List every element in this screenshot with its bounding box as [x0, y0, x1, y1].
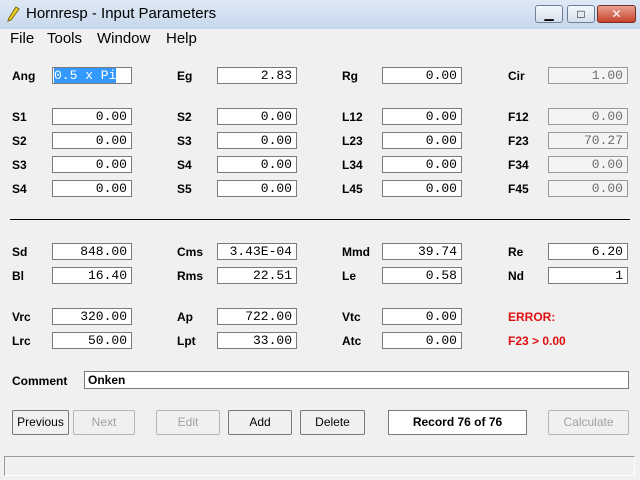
status-bar — [0, 453, 640, 480]
label-s3: S3 — [177, 134, 192, 148]
label-lrc: Lrc — [12, 334, 31, 348]
field-vtc[interactable]: 0.00 — [382, 308, 462, 325]
field-l23[interactable]: 0.00 — [382, 132, 462, 149]
comment-field[interactable]: Onken — [84, 371, 629, 389]
field-s3-left[interactable]: 0.00 — [52, 156, 132, 173]
label-rms: Rms — [177, 269, 204, 283]
label-nd: Nd — [508, 269, 524, 283]
field-l34[interactable]: 0.00 — [382, 156, 462, 173]
next-button[interactable]: Next — [73, 410, 135, 435]
title-bar: Hornresp - Input Parameters ▁ □ ✕ — [0, 0, 640, 30]
label-l34: L34 — [342, 158, 363, 172]
maximize-icon: □ — [577, 7, 585, 21]
label-vrc: Vrc — [12, 310, 31, 324]
field-f23[interactable]: 70.27 — [548, 132, 628, 149]
label-ang: Ang — [12, 69, 36, 83]
error-message: F23 > 0.00 — [508, 334, 566, 348]
label-s4: S4 — [177, 158, 192, 172]
label-eg: Eg — [177, 69, 193, 83]
label-lpt: Lpt — [177, 334, 196, 348]
field-l12[interactable]: 0.00 — [382, 108, 462, 125]
minimize-icon: ▁ — [544, 7, 554, 21]
status-panel — [4, 456, 635, 476]
field-s4[interactable]: 0.00 — [217, 156, 297, 173]
maximize-button[interactable]: □ — [567, 5, 595, 23]
label-bl: Bl — [12, 269, 24, 283]
field-rms[interactable]: 22.51 — [217, 267, 297, 284]
label-re: Re — [508, 245, 524, 259]
field-f34[interactable]: 0.00 — [548, 156, 628, 173]
label-f34: F34 — [508, 158, 529, 172]
label-f12: F12 — [508, 110, 529, 124]
label-cir: Cir — [508, 69, 525, 83]
field-eg[interactable]: 2.83 — [217, 67, 297, 84]
label-l23: L23 — [342, 134, 363, 148]
label-s3-left: S3 — [12, 158, 27, 172]
field-s5[interactable]: 0.00 — [217, 180, 297, 197]
field-cir[interactable]: 1.00 — [548, 67, 628, 84]
menu-file[interactable]: File — [10, 30, 34, 47]
field-bl[interactable]: 16.40 — [52, 267, 132, 284]
field-ap[interactable]: 722.00 — [217, 308, 297, 325]
field-ang[interactable]: 0.5 x Pi — [52, 67, 132, 84]
menu-tools[interactable]: Tools — [47, 30, 82, 47]
label-s1: S1 — [12, 110, 27, 124]
previous-button[interactable]: Previous — [12, 410, 69, 435]
field-s2-left[interactable]: 0.00 — [52, 132, 132, 149]
label-s2: S2 — [177, 110, 192, 124]
close-icon: ✕ — [611, 7, 622, 21]
error-title: ERROR: — [508, 310, 556, 324]
field-re[interactable]: 6.20 — [548, 243, 628, 260]
field-f45[interactable]: 0.00 — [548, 180, 628, 197]
label-ap: Ap — [177, 310, 193, 324]
field-l45[interactable]: 0.00 — [382, 180, 462, 197]
label-comment: Comment — [12, 374, 68, 388]
label-sd: Sd — [12, 245, 28, 259]
field-s4-left[interactable]: 0.00 — [52, 180, 132, 197]
label-f23: F23 — [508, 134, 529, 148]
field-rg[interactable]: 0.00 — [382, 67, 462, 84]
menu-help[interactable]: Help — [166, 30, 197, 47]
minimize-button[interactable]: ▁ — [535, 5, 563, 23]
field-atc[interactable]: 0.00 — [382, 332, 462, 349]
label-l45: L45 — [342, 182, 363, 196]
record-indicator: Record 76 of 76 — [388, 410, 527, 435]
window-title: Hornresp - Input Parameters — [26, 5, 217, 22]
menu-bar: File Tools Window Help — [0, 29, 640, 48]
delete-button[interactable]: Delete — [300, 410, 365, 435]
edit-button[interactable]: Edit — [156, 410, 220, 435]
label-cms: Cms — [177, 245, 204, 259]
label-s2-left: S2 — [12, 134, 27, 148]
field-f12[interactable]: 0.00 — [548, 108, 628, 125]
field-s3[interactable]: 0.00 — [217, 132, 297, 149]
field-sd[interactable]: 848.00 — [52, 243, 132, 260]
field-lrc[interactable]: 50.00 — [52, 332, 132, 349]
label-l12: L12 — [342, 110, 363, 124]
label-rg: Rg — [342, 69, 358, 83]
input-parameters-form: Ang 0.5 x Pi Eg 2.83 Rg 0.00 Cir 1.00 S1… — [0, 48, 640, 453]
field-vrc[interactable]: 320.00 — [52, 308, 132, 325]
label-s4-left: S4 — [12, 182, 27, 196]
label-le: Le — [342, 269, 357, 283]
label-s5: S5 — [177, 182, 192, 196]
field-s1[interactable]: 0.00 — [52, 108, 132, 125]
field-s2[interactable]: 0.00 — [217, 108, 297, 125]
field-mmd[interactable]: 39.74 — [382, 243, 462, 260]
label-mmd: Mmd — [342, 245, 370, 259]
close-button[interactable]: ✕ — [597, 5, 636, 23]
label-f45: F45 — [508, 182, 529, 196]
menu-window[interactable]: Window — [97, 30, 150, 47]
field-nd[interactable]: 1 — [548, 267, 628, 284]
field-le[interactable]: 0.58 — [382, 267, 462, 284]
field-cms[interactable]: 3.43E-04 — [217, 243, 297, 260]
field-lpt[interactable]: 33.00 — [217, 332, 297, 349]
app-pen-icon — [7, 6, 20, 22]
label-atc: Atc — [342, 334, 362, 348]
label-vtc: Vtc — [342, 310, 361, 324]
calculate-button[interactable]: Calculate — [548, 410, 629, 435]
add-button[interactable]: Add — [228, 410, 292, 435]
section-divider — [10, 219, 630, 220]
